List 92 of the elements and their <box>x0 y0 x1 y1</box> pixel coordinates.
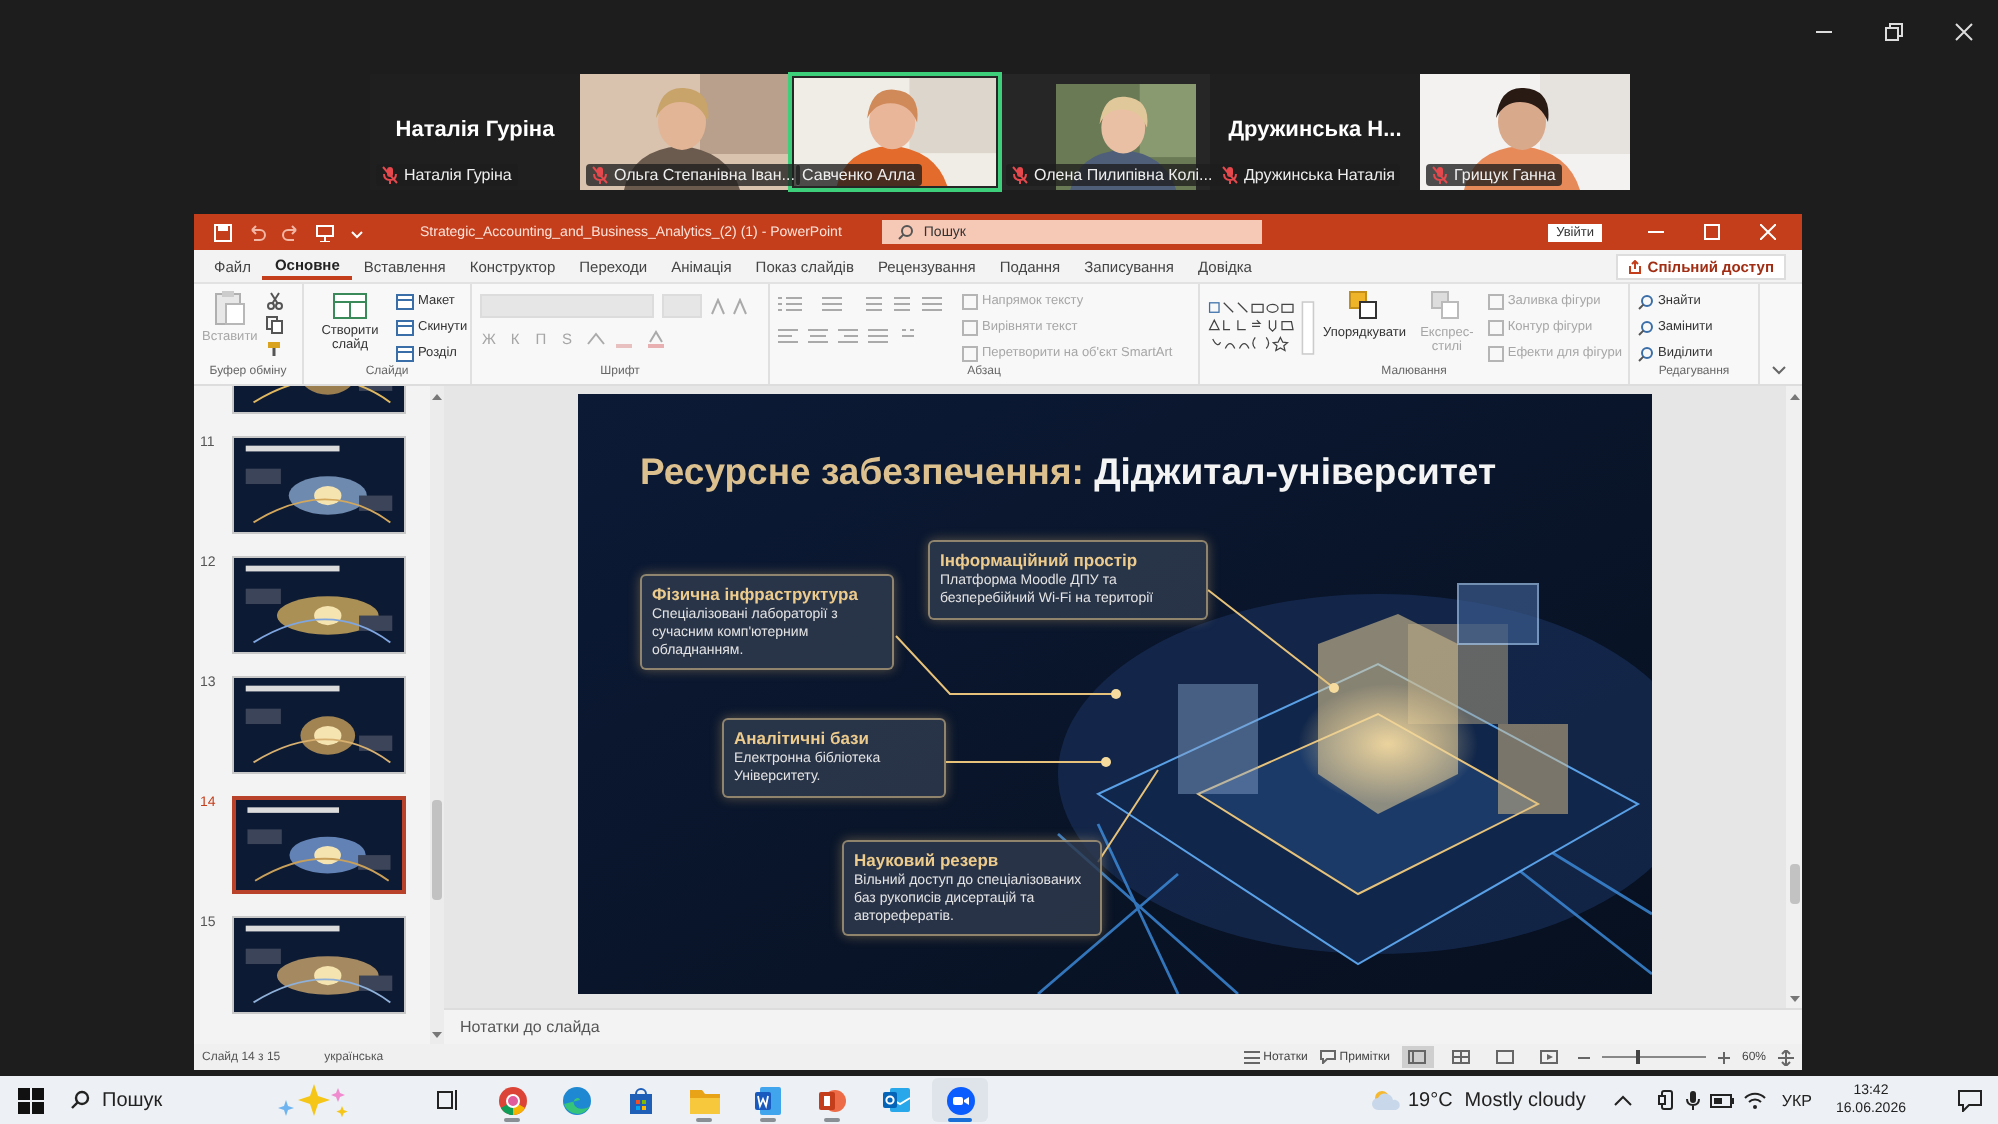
running-indicator <box>948 1118 972 1122</box>
muted-mic-icon <box>592 166 608 184</box>
search-icon <box>1638 293 1654 309</box>
zoom-slider-thumb[interactable] <box>1636 1050 1641 1064</box>
running-indicator <box>760 1118 776 1122</box>
participant-label: Грищук Ганна <box>1426 164 1562 186</box>
square-icon <box>1487 319 1504 335</box>
search-icon <box>897 224 914 240</box>
square-icon <box>1487 345 1504 361</box>
start-icon[interactable] <box>18 1087 44 1113</box>
running-indicator <box>504 1118 520 1122</box>
participant-label: Савченко Алла <box>796 164 922 186</box>
share-icon <box>1627 259 1642 273</box>
card-title: Фізична інфраструктура <box>652 584 860 604</box>
participant-name: Дружинська Н... <box>1226 118 1404 142</box>
view-button[interactable] <box>1401 1046 1434 1068</box>
save-icon[interactable] <box>214 223 232 241</box>
square-icon <box>962 319 978 335</box>
fit-icon[interactable] <box>1778 1049 1794 1065</box>
phone-icon[interactable] <box>1657 1090 1676 1110</box>
scroll-down-icon[interactable] <box>1789 996 1799 1004</box>
brush-icon[interactable] <box>265 340 284 358</box>
input-language[interactable]: УКР <box>1781 1091 1812 1109</box>
collapse-icon[interactable] <box>1772 366 1786 376</box>
wifi-icon[interactable] <box>1743 1091 1766 1109</box>
comment-icon <box>1319 1050 1336 1064</box>
running-indicator <box>696 1118 712 1122</box>
view-icon <box>1540 1050 1559 1064</box>
close-icon <box>1953 22 1973 42</box>
notification-icon[interactable] <box>1958 1089 1982 1111</box>
caret-icon[interactable] <box>1613 1094 1632 1106</box>
layout-icon <box>396 345 414 361</box>
square-icon <box>962 345 978 361</box>
presentation-icon <box>818 1085 846 1115</box>
weather-temperature[interactable]: 19°C <box>1407 1089 1453 1111</box>
maximize-icon <box>1704 224 1720 240</box>
redo-icon[interactable] <box>282 223 300 241</box>
participant-label: Ольга Степанівна Іван... <box>586 164 801 186</box>
square-icon <box>1487 293 1504 309</box>
search-icon <box>70 1090 90 1110</box>
browser-icon <box>497 1085 527 1115</box>
search-field[interactable]: Пошук <box>102 1089 258 1111</box>
font-name-field[interactable] <box>480 294 654 318</box>
close-icon <box>1760 224 1776 240</box>
slide-layout-icon <box>332 290 368 320</box>
muted-mic-icon <box>1432 166 1448 184</box>
slide-title: Ресурсне забезпечення: Діджитал-університет <box>640 450 1497 494</box>
arrange-icon <box>1348 290 1381 322</box>
scroll-down-icon[interactable] <box>432 1032 442 1040</box>
clipboard-icon <box>213 290 246 326</box>
card-title: Аналітичні бази <box>734 728 871 748</box>
card-title: Науковий резерв <box>854 850 1001 870</box>
slideshow-icon[interactable] <box>316 223 334 241</box>
search-icon <box>1638 319 1654 335</box>
font-size-field[interactable] <box>662 294 702 318</box>
document-icon <box>754 1085 782 1115</box>
layout-icon <box>396 319 414 335</box>
video-call-icon <box>945 1085 975 1115</box>
folder-icon <box>689 1087 719 1113</box>
undo-icon[interactable] <box>248 223 266 241</box>
zoom-out-icon[interactable] <box>1577 1051 1590 1063</box>
task-view-icon[interactable] <box>436 1088 460 1112</box>
cut-icon[interactable] <box>265 292 284 310</box>
muted-mic-icon <box>1012 166 1028 184</box>
battery-icon[interactable] <box>1709 1093 1734 1107</box>
square-icon <box>962 293 978 309</box>
microphone-icon[interactable] <box>1685 1090 1700 1110</box>
participant-name: Наталія Гуріна <box>393 118 557 142</box>
card-title: Інформаційний простір <box>940 550 1140 570</box>
weather-condition[interactable]: Mostly cloudy <box>1464 1089 1586 1111</box>
view-icon <box>1496 1050 1515 1064</box>
scroll-up-icon[interactable] <box>432 392 442 400</box>
notes-icon <box>1243 1050 1260 1064</box>
restore-icon <box>1883 22 1903 42</box>
store-icon <box>625 1085 655 1115</box>
layout-icon <box>396 293 414 309</box>
mail-icon <box>881 1086 911 1114</box>
scroll-up-icon[interactable] <box>1789 392 1799 400</box>
search-icon <box>1638 345 1654 361</box>
scrollbar-thumb[interactable] <box>1789 864 1799 904</box>
muted-mic-icon <box>1222 166 1238 184</box>
participant-label: Наталія Гуріна <box>376 164 518 186</box>
muted-mic-icon <box>382 166 398 184</box>
running-indicator <box>824 1118 840 1122</box>
copy-icon[interactable] <box>265 316 284 334</box>
arrange-icon <box>1430 290 1463 322</box>
view-icon <box>1408 1050 1427 1064</box>
browser-icon <box>561 1085 591 1115</box>
taskbar-button[interactable] <box>932 1078 988 1122</box>
view-icon <box>1452 1050 1471 1064</box>
zoom-in-icon[interactable] <box>1717 1051 1730 1063</box>
scrollbar-thumb[interactable] <box>432 800 442 900</box>
